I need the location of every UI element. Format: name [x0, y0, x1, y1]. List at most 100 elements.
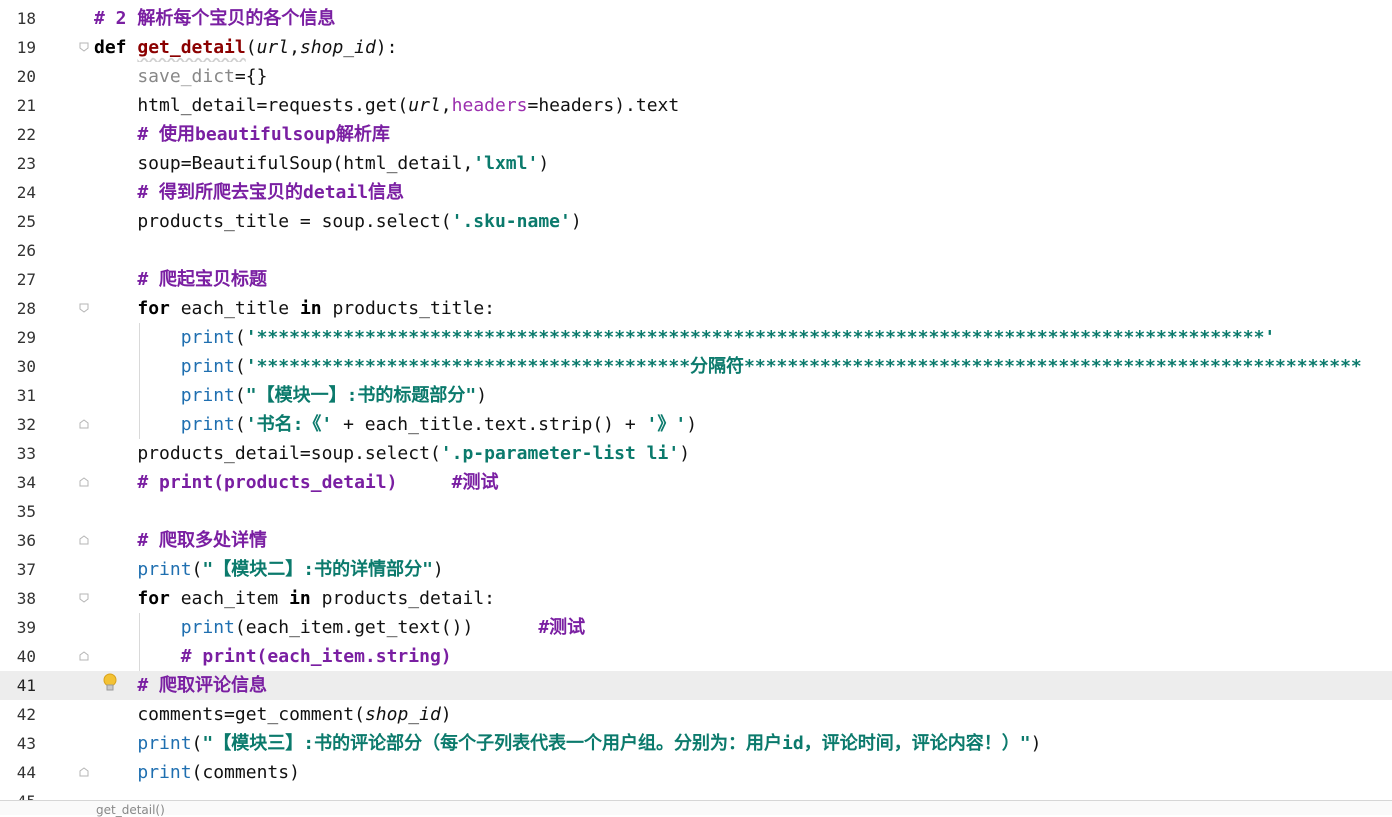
line-number[interactable]: 35	[0, 497, 36, 526]
code-text[interactable]: # 爬取评论信息	[94, 671, 1392, 700]
fold-icon[interactable]	[79, 593, 89, 603]
code-line[interactable]: 37 print("【模块二】:书的详情部分")	[0, 555, 1392, 584]
line-number[interactable]: 24	[0, 178, 36, 207]
code-token: ):	[375, 37, 398, 58]
code-text[interactable]: save_dict={}	[94, 62, 1392, 91]
code-line[interactable]: 40 # print(each_item.string)	[0, 642, 1392, 671]
line-number[interactable]: 37	[0, 555, 36, 584]
line-number[interactable]: 42	[0, 700, 36, 729]
line-number[interactable]: 36	[0, 526, 36, 555]
line-number[interactable]: 33	[0, 439, 36, 468]
fold-icon[interactable]	[79, 767, 89, 777]
fold-icon[interactable]	[79, 419, 89, 429]
code-line[interactable]: 35	[0, 497, 1392, 526]
line-number[interactable]: 28	[0, 294, 36, 323]
code-line[interactable]: 33 products_detail=soup.select('.p-param…	[0, 439, 1392, 468]
line-number[interactable]: 21	[0, 91, 36, 120]
code-line[interactable]: 36 # 爬取多处详情	[0, 526, 1392, 555]
code-text[interactable]: print(each_item.get_text()) #测试	[94, 613, 1392, 642]
code-text[interactable]: for each_item in products_detail:	[94, 584, 1392, 613]
code-text[interactable]: print(comments)	[94, 758, 1392, 787]
code-text[interactable]: print("【模块一】:书的标题部分")	[94, 381, 1392, 410]
fold-icon[interactable]	[79, 42, 89, 52]
line-number[interactable]: 25	[0, 207, 36, 236]
code-line[interactable]: 39 print(each_item.get_text()) #测试	[0, 613, 1392, 642]
fold-icon[interactable]	[79, 535, 89, 545]
line-number[interactable]: 22	[0, 120, 36, 149]
code-text[interactable]: # print(products_detail) #测试	[94, 468, 1392, 497]
code-line[interactable]: 21 html_detail=requests.get(url,headers=…	[0, 91, 1392, 120]
line-number[interactable]: 31	[0, 381, 36, 410]
code-line[interactable]: 29 print('******************************…	[0, 323, 1392, 352]
code-line[interactable]: 19 def get_detail(url,shop_id):	[0, 33, 1392, 62]
line-number[interactable]: 18	[0, 4, 36, 33]
code-text[interactable]: # 得到所爬去宝贝的detail信息	[94, 178, 1392, 207]
line-number[interactable]: 26	[0, 236, 36, 265]
code-token: for	[137, 588, 181, 609]
code-line[interactable]: 44 print(comments)	[0, 758, 1392, 787]
code-text[interactable]: print("【模块三】:书的评论部分（每个子列表代表一个用户组。分别为：用户i…	[94, 729, 1392, 758]
code-line[interactable]: 30 print('******************************…	[0, 352, 1392, 381]
code-text[interactable]: print('*********************************…	[94, 352, 1392, 381]
breadcrumb[interactable]: get_detail()	[96, 803, 165, 817]
code-token: # 得到所爬去宝贝的detail信息	[94, 182, 405, 203]
code-line[interactable]: 22 # 使用beautifulsoup解析库	[0, 120, 1392, 149]
code-text[interactable]: # 爬起宝贝标题	[94, 265, 1392, 294]
code-text[interactable]: products_title = soup.select('.sku-name'…	[94, 207, 1392, 236]
code-line[interactable]: 26	[0, 236, 1392, 265]
line-number[interactable]: 34	[0, 468, 36, 497]
code-text[interactable]: # 爬取多处详情	[94, 526, 1392, 555]
code-token: =headers).text	[527, 95, 680, 116]
line-number[interactable]: 30	[0, 352, 36, 381]
code-token: print	[137, 762, 192, 783]
line-number[interactable]: 32	[0, 410, 36, 439]
code-text[interactable]: comments=get_comment(shop_id)	[94, 700, 1392, 729]
fold-icon[interactable]	[79, 651, 89, 661]
line-number[interactable]: 19	[0, 33, 36, 62]
code-line[interactable]: 42 comments=get_comment(shop_id)	[0, 700, 1392, 729]
code-text[interactable]: # print(each_item.string)	[94, 642, 1392, 671]
code-line[interactable]: 31 print("【模块一】:书的标题部分")	[0, 381, 1392, 410]
indent-guide	[139, 613, 140, 671]
code-text[interactable]: # 2 解析每个宝贝的各个信息	[94, 4, 1392, 33]
code-token: '》'	[646, 414, 687, 435]
line-number[interactable]: 29	[0, 323, 36, 352]
code-text[interactable]: print('书名:《' + each_title.text.strip() +…	[94, 410, 1392, 439]
fold-icon[interactable]	[79, 303, 89, 313]
code-token: comments=get_comment(	[94, 704, 365, 725]
line-number[interactable]: 20	[0, 62, 36, 91]
fold-icon[interactable]	[79, 477, 89, 487]
code-text[interactable]: def get_detail(url,shop_id):	[94, 33, 1392, 62]
code-token: products_detail=soup.select(	[94, 443, 441, 464]
code-line[interactable]: 43 print("【模块三】:书的评论部分（每个子列表代表一个用户组。分别为：…	[0, 729, 1392, 758]
code-line[interactable]: 41 # 爬取评论信息	[0, 671, 1392, 700]
code-line[interactable]: 27 # 爬起宝贝标题	[0, 265, 1392, 294]
line-number[interactable]: 23	[0, 149, 36, 178]
code-text[interactable]: for each_title in products_title:	[94, 294, 1392, 323]
code-text[interactable]: print("【模块二】:书的详情部分")	[94, 555, 1392, 584]
line-number[interactable]: 38	[0, 584, 36, 613]
line-number[interactable]: 43	[0, 729, 36, 758]
code-line[interactable]: 25 products_title = soup.select('.sku-na…	[0, 207, 1392, 236]
code-text[interactable]: products_detail=soup.select('.p-paramete…	[94, 439, 1392, 468]
code-text[interactable]: soup=BeautifulSoup(html_detail,'lxml')	[94, 149, 1392, 178]
code-line[interactable]: 34 # print(products_detail) #测试	[0, 468, 1392, 497]
line-number[interactable]: 44	[0, 758, 36, 787]
code-text[interactable]: html_detail=requests.get(url,headers=hea…	[94, 91, 1392, 120]
line-number[interactable]: 41	[0, 671, 36, 700]
line-number[interactable]: 40	[0, 642, 36, 671]
code-line[interactable]: 38 for each_item in products_detail:	[0, 584, 1392, 613]
code-line[interactable]: 24 # 得到所爬去宝贝的detail信息	[0, 178, 1392, 207]
code-text[interactable]: print('*********************************…	[94, 323, 1392, 352]
line-number[interactable]: 39	[0, 613, 36, 642]
code-line[interactable]: 32 print('书名:《' + each_title.text.strip(…	[0, 410, 1392, 439]
code-text[interactable]: # 使用beautifulsoup解析库	[94, 120, 1392, 149]
code-line[interactable]: 20 save_dict={}	[0, 62, 1392, 91]
code-line[interactable]: 28 for each_title in products_title:	[0, 294, 1392, 323]
code-token: )	[432, 559, 444, 580]
code-token: "【模块三】:书的评论部分（每个子列表代表一个用户组。分别为：用户id，评论时间…	[202, 733, 1031, 754]
line-number[interactable]: 27	[0, 265, 36, 294]
code-token: )	[1030, 733, 1042, 754]
code-line[interactable]: 18 # 2 解析每个宝贝的各个信息	[0, 4, 1392, 33]
code-line[interactable]: 23 soup=BeautifulSoup(html_detail,'lxml'…	[0, 149, 1392, 178]
